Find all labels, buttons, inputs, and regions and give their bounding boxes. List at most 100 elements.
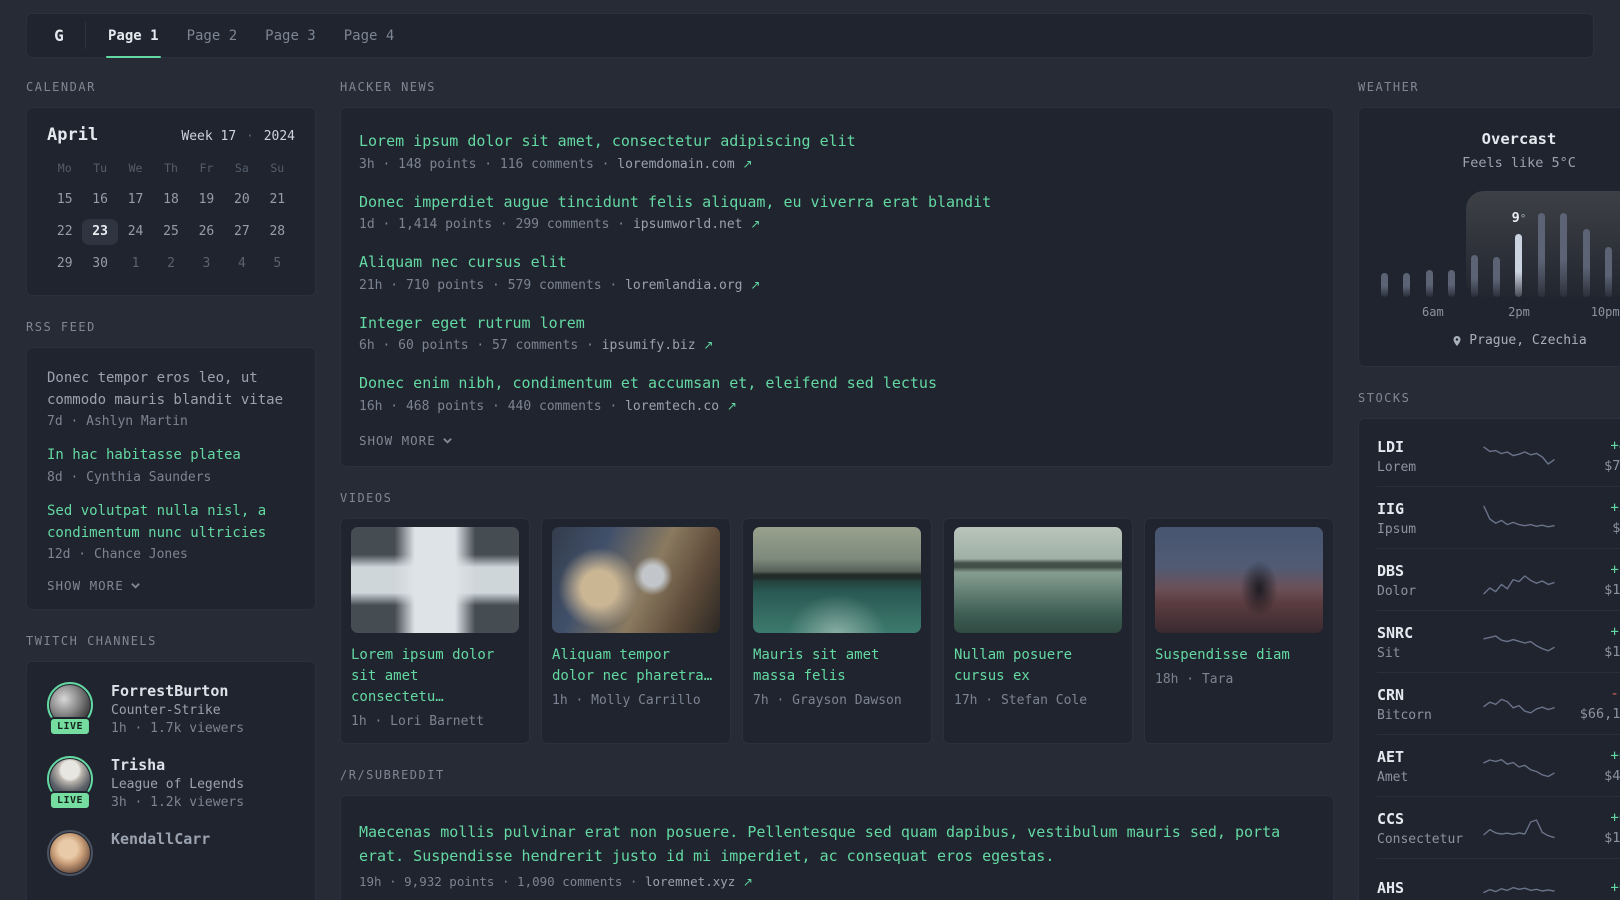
calendar-day[interactable]: 19 [189, 187, 224, 213]
hn-story: Aliquam nec cursus elit 21h · 710 points… [359, 251, 1315, 293]
stock-values: +2.84% $42.04 [1569, 500, 1620, 536]
video-thumbnail[interactable] [552, 526, 720, 633]
video-title[interactable]: Suspendisse diam [1155, 645, 1323, 666]
rss-item-meta: 12d · Chance Jones [47, 547, 188, 563]
hn-story-meta: 3h · 148 points · 116 comments · loremdo… [359, 156, 753, 172]
hn-story-title[interactable]: Aliquam nec cursus elit [359, 251, 1315, 274]
stock-row[interactable]: LDI Lorem +4.35% $795.18 [1377, 425, 1620, 487]
calendar-day[interactable]: 1 [118, 251, 153, 277]
calendar-day[interactable]: 20 [224, 187, 259, 213]
stock-row[interactable]: SNRC Sit +1.36% $148.64 [1377, 611, 1620, 673]
video-meta: 18h · Tara [1155, 671, 1234, 687]
calendar-day[interactable]: 27 [224, 219, 259, 245]
hn-story-domain-link[interactable]: loremdomain.com ↗ [617, 157, 752, 172]
calendar-day[interactable]: 29 [47, 251, 82, 277]
calendar-day[interactable]: 17 [118, 187, 153, 213]
stock-symbol: DBS [1377, 561, 1405, 580]
calendar-day[interactable]: 2 [153, 251, 188, 277]
hn-story-title[interactable]: Integer eget rutrum lorem [359, 312, 1315, 335]
stock-sparkline [1483, 446, 1555, 465]
twitch-avatar[interactable] [47, 830, 93, 877]
calendar-day[interactable]: 5 [260, 251, 295, 277]
weather-bar [1493, 257, 1501, 297]
calendar-day[interactable]: 16 [82, 187, 117, 213]
video-title[interactable]: Lorem ipsum dolor sit amet consectetu… [351, 645, 519, 708]
calendar-day[interactable]: 3 [189, 251, 224, 277]
calendar-header: April Week 17 · 2024 [47, 125, 295, 145]
stock-symbol: LDI [1377, 437, 1405, 456]
subreddit-post-title[interactable]: Maecenas mollis pulvinar erat non posuer… [359, 820, 1315, 870]
stock-row[interactable]: IIG Ipsum +2.84% $42.04 [1377, 487, 1620, 549]
subreddit-post-domain-link[interactable]: loremnet.xyz ↗ [645, 874, 753, 889]
video-thumbnail[interactable] [753, 526, 921, 633]
subreddit-post: Maecenas mollis pulvinar erat non posuer… [359, 820, 1315, 890]
calendar-day-selected[interactable]: 23 [82, 219, 118, 245]
stock-row[interactable]: DBS Dolor +1.42% $156.28 [1377, 549, 1620, 611]
hn-story-domain-link[interactable]: ipsumify.biz ↗ [602, 338, 714, 353]
tab-page-2[interactable]: Page 2 [173, 14, 252, 57]
stock-change: -1.00% [1610, 686, 1620, 702]
calendar-day[interactable]: 18 [153, 187, 188, 213]
stock-identity: DBS Dolor [1377, 562, 1469, 599]
twitch-channel-name[interactable]: KendallCarr [111, 830, 210, 848]
tab-page-3[interactable]: Page 3 [251, 14, 330, 57]
tab-page-4[interactable]: Page 4 [330, 14, 409, 57]
subreddit-post-meta: 19h · 9,932 points · 1,090 comments · lo… [359, 874, 753, 889]
stock-price: $148.64 [1604, 644, 1620, 660]
rss-widget: Donec tempor eros leo, ut commodo mauris… [26, 347, 316, 611]
stock-identity: LDI Lorem [1377, 438, 1469, 475]
calendar-day[interactable]: 28 [260, 219, 295, 245]
calendar-widget: April Week 17 · 2024 Mo Tu We Th Fr Sa Su 15 16 1… [26, 107, 316, 296]
calendar-day[interactable]: 21 [260, 187, 295, 213]
rss-item-title[interactable]: In hac habitasse platea [47, 445, 295, 467]
stock-row[interactable]: AHS +0.46% [1377, 859, 1620, 900]
hn-story-title[interactable]: Lorem ipsum dolor sit amet, consectetur … [359, 130, 1315, 153]
hn-story-domain-link[interactable]: loremtech.co ↗ [625, 399, 737, 414]
hackernews-section-label: HACKER NEWS [340, 80, 436, 94]
left-column: CALENDAR April Week 17 · 2024 Mo Tu We Th Fr… [26, 66, 316, 900]
twitch-avatar[interactable]: LIVE [47, 682, 93, 737]
calendar-day[interactable]: 4 [224, 251, 259, 277]
twitch-channel-name[interactable]: ForrestBurton [111, 682, 244, 700]
video-title[interactable]: Aliquam tempor dolor nec pharetra… [552, 645, 720, 687]
live-badge: LIVE [48, 791, 92, 811]
stock-row[interactable]: CRN Bitcorn -1.00% $66,171.48 [1377, 673, 1620, 735]
live-badge: LIVE [48, 717, 92, 737]
stock-row[interactable]: AET Amet +0.92% $499.72 [1377, 735, 1620, 797]
video-thumbnail[interactable] [351, 526, 519, 633]
dashboard-grid: CALENDAR April Week 17 · 2024 Mo Tu We Th Fr… [26, 66, 1620, 900]
rss-item-title[interactable]: Donec tempor eros leo, ut commodo mauris… [47, 368, 295, 411]
stock-row[interactable]: CCS Consectetur +0.51% $165.84 [1377, 797, 1620, 859]
hn-story-domain-link[interactable]: ipsumworld.net ↗ [633, 217, 760, 232]
twitch-avatar[interactable]: LIVE [47, 756, 93, 811]
weather-current-temp: 9° [1511, 210, 1527, 226]
calendar-year: 2024 [263, 129, 295, 144]
hn-story-title[interactable]: Donec enim nibh, condimentum et accumsan… [359, 372, 1315, 395]
video-thumbnail[interactable] [1155, 526, 1323, 633]
calendar-day[interactable]: 24 [118, 219, 153, 245]
hackernews-show-more-button[interactable]: SHOW MORE [359, 433, 1315, 448]
video-card: Suspendisse diam 18h · Tara [1144, 517, 1334, 744]
calendar-day[interactable]: 25 [153, 219, 188, 245]
calendar-day[interactable]: 30 [82, 251, 117, 277]
rss-show-more-button[interactable]: SHOW MORE [47, 578, 295, 593]
calendar-day[interactable]: 22 [47, 219, 82, 245]
video-thumbnail[interactable] [954, 526, 1122, 633]
stock-change: +4.35% [1610, 438, 1620, 454]
video-meta: 1h · Molly Carrillo [552, 692, 701, 708]
hn-story-domain-link[interactable]: loremlandia.org ↗ [625, 278, 760, 293]
twitch-channel-name[interactable]: Trisha [111, 756, 244, 774]
weather-bar [1425, 270, 1433, 297]
hn-story-title[interactable]: Donec imperdiet augue tincidunt felis al… [359, 191, 1315, 214]
video-title[interactable]: Nullam posuere cursus ex [954, 645, 1122, 687]
stock-change: +0.51% [1610, 810, 1620, 826]
rss-section-label: RSS FEED [26, 320, 96, 334]
video-title[interactable]: Mauris sit amet massa felis [753, 645, 921, 687]
rss-item-title[interactable]: Sed volutpat nulla nisl, a condimentum n… [47, 501, 295, 544]
calendar-week-year: Week 17 · 2024 [181, 129, 295, 144]
tab-page-1[interactable]: Page 1 [94, 14, 173, 58]
rss-show-more-label: SHOW MORE [47, 578, 124, 594]
calendar-day[interactable]: 26 [189, 219, 224, 245]
calendar-day[interactable]: 15 [47, 187, 82, 213]
app-logo[interactable]: G [33, 14, 85, 57]
